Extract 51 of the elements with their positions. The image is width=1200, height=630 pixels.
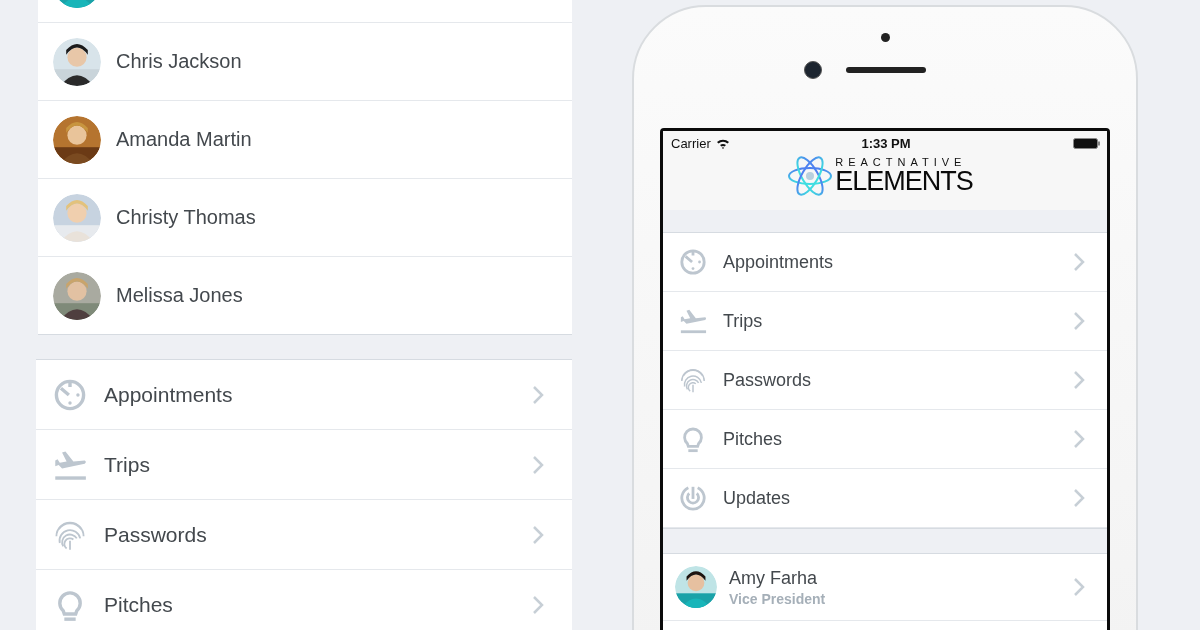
contact-name: Christy Thomas xyxy=(116,206,256,229)
contact-name: Melissa Jones xyxy=(116,284,243,307)
menu-label: Pitches xyxy=(104,592,174,617)
menu-item[interactable]: Trips xyxy=(663,292,1107,351)
battery-icon xyxy=(1073,137,1101,149)
menu-item[interactable]: Appointments xyxy=(36,360,572,430)
plane-icon xyxy=(679,307,707,335)
menu-label: Passwords xyxy=(723,369,813,391)
chevron-icon xyxy=(1073,488,1085,508)
sensor-dot xyxy=(880,33,890,42)
wifi-icon xyxy=(715,137,730,149)
contact-row[interactable]: Amanda Martin xyxy=(38,100,572,178)
chevron-icon xyxy=(1073,252,1085,272)
menu-label: Passwords xyxy=(104,522,208,547)
menu-item[interactable]: Pitches xyxy=(663,410,1107,469)
menu-item[interactable]: Updates xyxy=(663,469,1107,528)
chevron-icon xyxy=(1073,429,1085,449)
contact-name: Amy Farha xyxy=(729,567,819,589)
atom-icon xyxy=(787,155,834,197)
camera-lens xyxy=(804,61,822,79)
contact-row[interactable]: Melissa Jones xyxy=(38,256,572,334)
menu-item[interactable]: Passwords xyxy=(663,351,1107,410)
contact-row[interactable]: Chris Jackson xyxy=(38,22,572,100)
menu-label: Appointments xyxy=(723,251,835,273)
menu-label: Trips xyxy=(104,452,151,477)
chevron-icon xyxy=(532,524,544,545)
chevron-icon xyxy=(1073,577,1085,597)
timer-icon xyxy=(53,377,87,412)
chevron-icon xyxy=(532,384,544,405)
menu-label: Trips xyxy=(723,310,764,332)
logo-text: ELEMENTS xyxy=(835,168,973,195)
menu-label: Pitches xyxy=(723,428,784,450)
menu-item[interactable]: Appointments xyxy=(663,233,1107,292)
carrier-label: Carrier xyxy=(671,135,711,151)
chevron-icon xyxy=(532,454,544,475)
menu-label: Updates xyxy=(723,487,792,509)
menu-label: Appointments xyxy=(104,382,234,407)
contact-title: Vice President xyxy=(729,590,827,607)
menu-item[interactable]: Trips xyxy=(36,430,572,500)
fingerprint-icon xyxy=(679,366,707,394)
contact-name: Chris Jackson xyxy=(116,50,242,73)
chevron-icon xyxy=(1073,311,1085,331)
contact-row[interactable]: Christy Thomas xyxy=(38,178,572,256)
contact-name: Amanda Martin xyxy=(116,128,252,151)
logo-top-text: REACTNATIVE xyxy=(835,157,968,168)
timer-icon xyxy=(679,248,707,276)
menu-item[interactable]: Passwords xyxy=(36,500,572,570)
chevron-icon xyxy=(532,594,544,615)
chevron-icon xyxy=(1073,370,1085,390)
menu-item[interactable]: Pitches xyxy=(36,570,572,630)
status-time: 1:33 PM xyxy=(861,135,911,151)
